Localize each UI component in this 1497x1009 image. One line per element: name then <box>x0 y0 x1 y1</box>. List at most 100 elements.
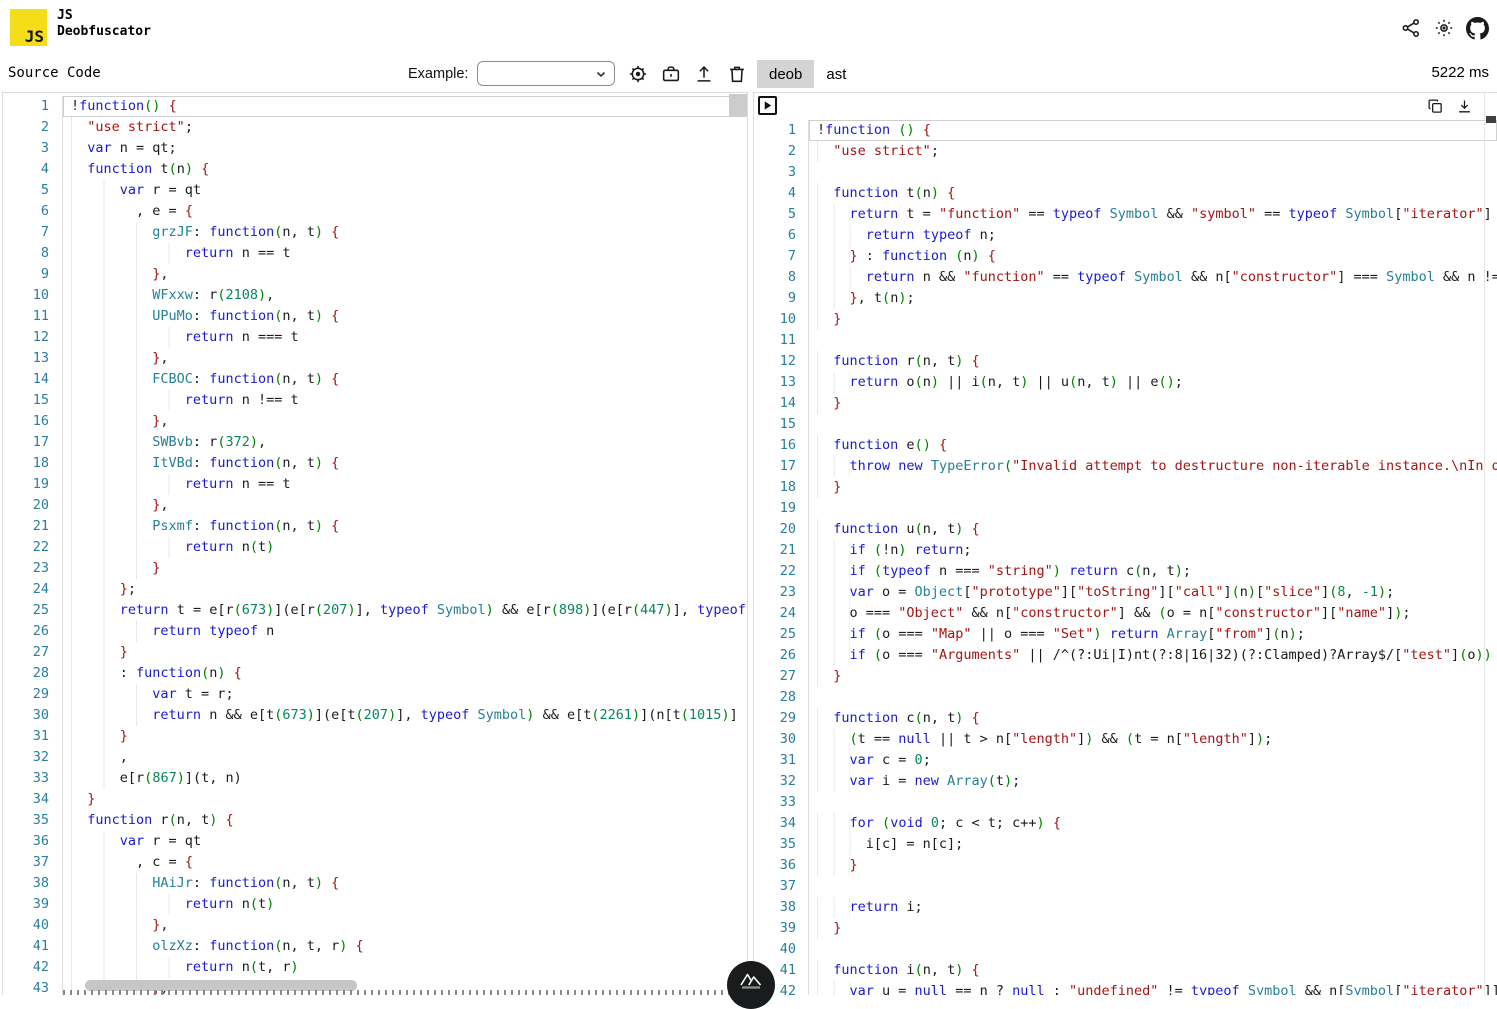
line-number: 40 <box>3 915 63 936</box>
line-number: 13 <box>3 348 63 369</box>
line-number: 8 <box>3 243 63 264</box>
line-number: 22 <box>3 537 63 558</box>
line-number: 37 <box>754 876 809 897</box>
code-line: 39 } <box>754 918 1497 939</box>
play-icon <box>762 100 773 111</box>
line-number: 21 <box>3 516 63 537</box>
line-number: 7 <box>3 222 63 243</box>
code-line: 39 return n(t) <box>3 894 747 915</box>
clear-button[interactable] <box>725 62 749 86</box>
code-line: 36 } <box>754 855 1497 876</box>
line-number: 12 <box>754 351 809 372</box>
output-scrollbar-thumb[interactable] <box>1486 116 1496 123</box>
line-number: 10 <box>754 309 809 330</box>
format-button[interactable] <box>659 62 683 86</box>
copy-button[interactable] <box>1426 97 1444 115</box>
output-editor[interactable]: 1!function () {2 "use strict";34 functio… <box>753 92 1497 995</box>
line-number: 14 <box>754 393 809 414</box>
mountains-icon <box>738 970 764 1009</box>
code-line: 15 return n !== t <box>3 390 747 411</box>
code-line: 18 } <box>754 477 1497 498</box>
tab-ast[interactable]: ast <box>814 60 858 88</box>
line-number: 41 <box>3 936 63 957</box>
copy-icon <box>1427 98 1444 115</box>
format-icon <box>660 63 682 85</box>
download-button[interactable] <box>1455 97 1473 115</box>
line-number: 14 <box>3 369 63 390</box>
code-line: 1!function() { <box>3 96 747 117</box>
line-number: 17 <box>754 456 809 477</box>
line-number: 23 <box>754 582 809 603</box>
code-line: 14 FCBOC: function(n, t) { <box>3 369 747 390</box>
page-title: JSDeobfuscator <box>57 8 151 40</box>
code-line: 22 if (typeof n === "string") return c(n… <box>754 561 1497 582</box>
tab-deob[interactable]: deob <box>757 60 814 88</box>
run-button[interactable] <box>758 96 777 115</box>
code-line: 21 Psxmf: function(n, t) { <box>3 516 747 537</box>
code-line: 28 <box>754 687 1497 708</box>
line-number: 34 <box>754 813 809 834</box>
code-line: 4 function t(n) { <box>3 159 747 180</box>
theme-toggle-button[interactable] <box>1432 16 1456 40</box>
example-label: Example: <box>408 66 468 82</box>
code-line: 41 function i(n, t) { <box>754 960 1497 981</box>
github-icon <box>1466 17 1489 40</box>
code-line: 33 e[r(867)](t, n) <box>3 768 747 789</box>
code-line: 20 function u(n, t) { <box>754 519 1497 540</box>
line-number: 37 <box>3 852 63 873</box>
settings-button[interactable] <box>626 62 650 86</box>
share-button[interactable] <box>1399 16 1423 40</box>
line-number: 25 <box>754 624 809 645</box>
line-number: 30 <box>754 729 809 750</box>
line-number: 31 <box>754 750 809 771</box>
line-number: 38 <box>3 873 63 894</box>
code-line: 28 : function(n) { <box>3 663 747 684</box>
line-number: 2 <box>3 117 63 138</box>
example-select[interactable] <box>477 61 615 86</box>
code-line: 11 UPuMo: function(n, t) { <box>3 306 747 327</box>
floating-badge[interactable] <box>727 961 775 1009</box>
code-line: 22 return n(t) <box>3 537 747 558</box>
output-scrollbar-track[interactable] <box>1484 93 1497 995</box>
code-line: 5 return t = "function" == typeof Symbol… <box>754 204 1497 225</box>
line-number: 32 <box>3 747 63 768</box>
code-line: 3 var n = qt; <box>3 138 747 159</box>
source-vertical-scrollbar[interactable] <box>729 94 747 116</box>
chevron-down-icon <box>595 68 607 80</box>
code-line: 23 var o = Object["prototype"]["toString… <box>754 582 1497 603</box>
line-number: 24 <box>754 603 809 624</box>
github-button[interactable] <box>1465 16 1489 40</box>
line-number: 5 <box>3 180 63 201</box>
code-line: 2 "use strict"; <box>754 141 1497 162</box>
code-line: 25 if (o === "Map" || o === "Set") retur… <box>754 624 1497 645</box>
upload-button[interactable] <box>692 62 716 86</box>
line-number: 18 <box>754 477 809 498</box>
code-line: 36 var r = qt <box>3 831 747 852</box>
code-line: 7 grzJF: function(n, t) { <box>3 222 747 243</box>
line-number: 19 <box>3 474 63 495</box>
settings-icon <box>627 63 649 85</box>
line-number: 25 <box>3 600 63 621</box>
editor-toolbar <box>626 62 749 86</box>
code-line: 37 , c = { <box>3 852 747 873</box>
code-lines: 1!function () {2 "use strict";34 functio… <box>754 93 1497 995</box>
line-number: 11 <box>3 306 63 327</box>
line-number: 38 <box>754 897 809 918</box>
line-number: 35 <box>754 834 809 855</box>
line-number: 6 <box>3 201 63 222</box>
code-line: 12 function r(n, t) { <box>754 351 1497 372</box>
code-line: 10 } <box>754 309 1497 330</box>
line-number: 27 <box>3 642 63 663</box>
code-line: 34 for (void 0; c < t; c++) { <box>754 813 1497 834</box>
code-line: 30 return n && e[t(673)](e[t(207)], type… <box>3 705 747 726</box>
code-line: 17 SWBvb: r(372), <box>3 432 747 453</box>
line-number: 20 <box>754 519 809 540</box>
header-actions <box>1399 16 1489 40</box>
code-line: 35 function r(n, t) { <box>3 810 747 831</box>
line-number: 43 <box>3 978 63 995</box>
line-number: 33 <box>754 792 809 813</box>
line-number: 29 <box>3 684 63 705</box>
line-number: 23 <box>3 558 63 579</box>
source-editor[interactable]: 1!function() {2 "use strict";3 var n = q… <box>2 92 748 995</box>
code-line: 27 } <box>754 666 1497 687</box>
